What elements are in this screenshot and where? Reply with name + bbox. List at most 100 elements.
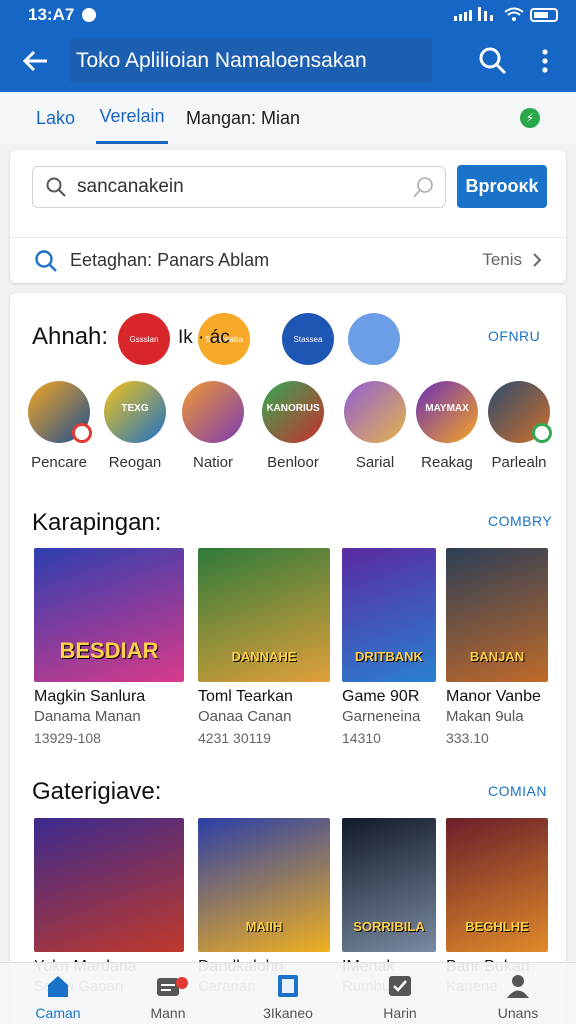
category-chip[interactable] [348, 313, 400, 365]
arrow-left-icon [22, 50, 47, 72]
more-vertical-icon [542, 49, 548, 73]
search-icon [35, 249, 57, 272]
nav-label: Mann [150, 1005, 186, 1021]
home-icon [48, 976, 68, 997]
game-tile[interactable]: DRITBANK [342, 548, 436, 682]
tile-count: 4231 30119 [198, 730, 271, 746]
tile-subtitle: Makan 9ula [446, 708, 524, 725]
wifi-icon [504, 7, 524, 24]
tile-banner-text: BESDIAR [59, 638, 159, 663]
tile-title: Manor Vanbe [446, 688, 541, 705]
tile-subtitle: Oanaa Canan [198, 708, 292, 725]
app-icon-text: KANORIUS [266, 403, 320, 414]
checkbox-icon [389, 976, 411, 996]
suggestion-more[interactable]: Tenis [482, 250, 542, 270]
back-button[interactable] [0, 30, 70, 92]
search-card: sancanakein Bprοoκk Eetaghan: Panars Abl… [10, 150, 566, 283]
app-label: Natior [192, 454, 233, 471]
app-label: Benloor [267, 454, 319, 471]
cross-app-icon[interactable] [182, 381, 244, 443]
tab-lako[interactable]: Lako [36, 92, 75, 144]
app-bar: Toko Aplilioian Namaloensakan [0, 30, 576, 92]
tile-count: 13929-108 [34, 730, 101, 746]
game-tile[interactable] [34, 818, 184, 952]
tile-banner-text: BANJAN [469, 649, 525, 664]
tab-verelain[interactable]: Verelain [96, 92, 168, 144]
chevron-right-icon [533, 253, 542, 267]
app-label: Reogan [108, 454, 162, 471]
maymax-app-icon[interactable]: MAYMAX [416, 381, 478, 443]
tab-label: Verelain [99, 106, 165, 126]
tile-banner-text: SORRIBILA [353, 919, 425, 934]
suggestion-label: Eetaghan: Panars Ablam [70, 250, 270, 270]
search-icon [46, 177, 66, 197]
app-label: Pencаre [31, 454, 87, 471]
section-title-suffix: Ik · ác [178, 327, 230, 348]
tile-count: 333.10 [446, 730, 489, 746]
warrior-app-icon[interactable] [344, 381, 406, 443]
nav-inbox[interactable]: Mann [120, 963, 216, 1024]
nav-label: Unans [497, 1005, 539, 1021]
section-title: Ahnah: [32, 323, 109, 350]
main-content: Ahnah: OFNRU Gssslan Srssceaba Stassea Ik … [10, 293, 566, 1024]
search-input[interactable]: sancanakein [32, 166, 446, 208]
status-bar: 13:A7 [0, 0, 576, 30]
game-tile[interactable]: SORRIBILA [342, 818, 436, 952]
app-label: Parlealn [491, 454, 547, 471]
section-see-all-link[interactable]: OFNRU [488, 328, 540, 344]
bolt-icon[interactable]: ⚡ [520, 108, 540, 128]
nav-home[interactable]: Caman [10, 963, 106, 1024]
tile-subtitle: Garneneina [342, 708, 421, 725]
notification-badge [176, 977, 188, 989]
section-see-all-link[interactable]: COMIAN [488, 783, 547, 799]
nav-label: Harin [383, 1005, 417, 1021]
tile-banner-text: MAIIH [245, 919, 283, 934]
search-submit-button[interactable]: Bprοoκk [457, 165, 547, 208]
tile-count: 14310 [342, 730, 381, 746]
tile-subtitle: Danama Manan [34, 708, 141, 725]
kanorius-app-icon[interactable]: KANORIUS [262, 381, 324, 443]
game-tile[interactable]: BANJAN [446, 548, 548, 682]
notification-icon [82, 8, 97, 22]
tile-banner-text: BEGHLHE [465, 919, 529, 934]
nav-label: Caman [35, 1005, 81, 1021]
app-icon-text: MAYMAX [425, 403, 469, 414]
game-tile[interactable]: BEGHLHE [446, 818, 548, 952]
chip-label: Stassea [293, 334, 323, 344]
suggestion-more-label: Tenis [482, 250, 522, 269]
person-icon [507, 975, 529, 998]
section-see-all-link[interactable]: COMBRY [488, 513, 552, 529]
game-tile[interactable]: MAIIH [198, 818, 330, 952]
category-chip[interactable]: Gssslan [118, 313, 170, 365]
nav-tasks[interactable]: Harin [352, 963, 448, 1024]
tile-title: Toml Tearkan [198, 688, 293, 705]
nav-label: 3Ikaneo [263, 1005, 313, 1021]
tile-banner-text: DANNAHE [231, 649, 297, 664]
category-chip[interactable]: Stassea [282, 313, 334, 365]
game-tile[interactable]: DANNAHE [198, 548, 330, 682]
chip-label: Gssslan [129, 334, 159, 344]
more-options-button[interactable] [530, 44, 560, 78]
bottom-navigation: Caman Mann 3Ikaneo Harin Unans [0, 962, 576, 1024]
search-button[interactable] [478, 44, 508, 78]
tab-mangan[interactable]: Mangan: Mian [186, 92, 300, 144]
search-icon [479, 47, 507, 75]
signal-icon [454, 6, 498, 24]
status-badge-icon [532, 423, 552, 443]
texg-app-icon[interactable]: TEXG [104, 381, 166, 443]
tile-title: Magkin Sanlura [34, 688, 146, 705]
tile-banner-text: DRITBANK [355, 649, 423, 664]
tab-label: Lako [36, 107, 76, 128]
game-tile[interactable]: BESDIAR [34, 548, 184, 682]
lens-icon[interactable] [411, 175, 435, 199]
suggestion-row[interactable]: Eetaghan: Panars Ablam Tenis [10, 237, 566, 283]
app-icon-text: TEXG [121, 403, 149, 414]
page-title: Toko Aplilioian Namaloensakan [76, 49, 367, 72]
tab-bar: Lako Verelain Mangan: Mian ⚡ [0, 92, 576, 144]
tile-title: Game 90R [342, 688, 420, 705]
battery-icon [530, 8, 558, 22]
section-title: Karapingan: [32, 509, 162, 536]
status-badge-icon [72, 423, 92, 443]
nav-account[interactable]: Unans [470, 963, 566, 1024]
nav-library[interactable]: 3Ikaneo [240, 963, 336, 1024]
